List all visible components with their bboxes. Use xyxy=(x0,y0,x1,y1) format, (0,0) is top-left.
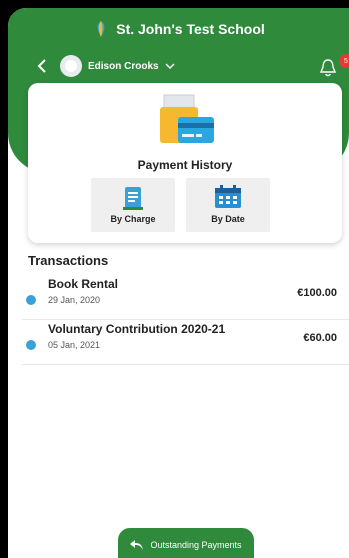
transaction-amount: €60.00 xyxy=(303,332,337,344)
by-date-label: By Date xyxy=(211,214,245,224)
status-dot xyxy=(26,340,36,350)
by-date-button[interactable]: By Date xyxy=(186,178,270,232)
status-dot xyxy=(26,295,36,305)
document-icon xyxy=(123,187,143,210)
transaction-row[interactable]: Book Rental 29 Jan, 2020 €100.00 xyxy=(22,275,349,320)
user-name: Edison Crooks xyxy=(88,60,159,72)
back-button[interactable] xyxy=(32,56,52,76)
payment-wallet-icon xyxy=(160,94,214,143)
outstanding-payments-button[interactable]: Outstanding Payments xyxy=(118,528,254,558)
bell-icon xyxy=(319,59,337,77)
by-charge-label: By Charge xyxy=(110,214,156,224)
app-screen: St. John's Test School Edison Crooks 5 P… xyxy=(8,8,349,558)
transaction-name: Book Rental xyxy=(48,277,119,291)
card-title: Payment History xyxy=(137,158,233,172)
notifications-button[interactable]: 5 xyxy=(319,54,349,78)
school-logo-icon xyxy=(97,21,105,37)
transaction-amount: €100.00 xyxy=(297,287,337,299)
user-selector[interactable]: Edison Crooks xyxy=(60,54,175,78)
transaction-name: Voluntary Contribution 2020-21 xyxy=(48,322,226,336)
chevron-down-icon xyxy=(165,63,175,69)
transactions-title: Transactions xyxy=(28,253,109,268)
payment-history-card: Payment History By Charge By Date xyxy=(28,83,342,243)
outstanding-payments-label: Outstanding Payments xyxy=(150,540,242,550)
transaction-row[interactable]: Voluntary Contribution 2020-21 05 Jan, 2… xyxy=(22,320,349,365)
school-title-row: St. John's Test School xyxy=(8,20,349,38)
avatar xyxy=(60,55,82,77)
chevron-left-icon xyxy=(37,59,46,73)
reply-arrow-icon xyxy=(130,540,144,550)
by-charge-button[interactable]: By Charge xyxy=(91,178,175,232)
school-name: St. John's Test School xyxy=(116,21,265,37)
transaction-date: 29 Jan, 2020 xyxy=(48,295,101,305)
transaction-date: 05 Jan, 2021 xyxy=(48,340,101,350)
transactions-list: Book Rental 29 Jan, 2020 €100.00 Volunta… xyxy=(22,275,349,365)
nav-row: Edison Crooks 5 xyxy=(8,54,349,80)
notification-badge: 5 xyxy=(339,54,349,68)
calendar-icon xyxy=(215,185,241,208)
